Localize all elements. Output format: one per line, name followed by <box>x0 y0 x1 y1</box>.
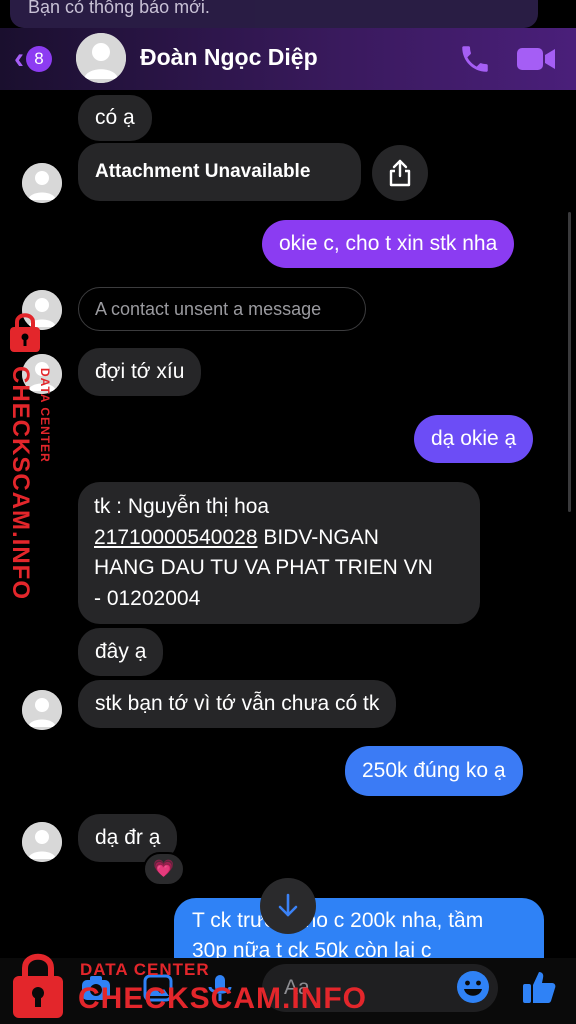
message-text: đây ạ <box>95 640 147 663</box>
contact-name[interactable]: Đoàn Ngọc Diệp <box>140 44 318 71</box>
contact-avatar-small[interactable] <box>22 822 62 862</box>
message-outgoing[interactable]: dạ okie ạ <box>414 415 534 463</box>
heart-reaction-icon[interactable]: 💗 <box>143 852 185 886</box>
share-icon <box>389 159 411 187</box>
chevron-left-icon: ‹ <box>14 42 24 75</box>
watermark-bottom: DATA CENTER CHECKSCAM.INFO <box>8 948 366 1024</box>
watermark-vertical: CHECKSCAM.INFO DATA CENTER <box>4 310 64 600</box>
message-incoming[interactable]: đây ạ <box>78 628 164 676</box>
message-outgoing[interactable]: 250k đúng ko ạ <box>345 746 523 796</box>
message-text: 250k đúng ko ạ <box>362 759 506 782</box>
video-call-icon[interactable] <box>516 44 556 74</box>
message-incoming[interactable]: có ạ <box>78 95 152 141</box>
message-incoming[interactable]: đợi tớ xíu <box>78 348 202 396</box>
contact-avatar-small[interactable] <box>22 163 62 203</box>
watermark-text: CHECKSCAM.INFO <box>78 982 367 1015</box>
message-text: đợi tớ xíu <box>95 360 185 383</box>
unsent-message-notice: A contact unsent a message <box>78 287 366 331</box>
contact-avatar-small[interactable] <box>22 690 62 730</box>
lock-icon <box>10 313 40 352</box>
default-avatar-icon <box>22 163 62 203</box>
watermark-subtext: DATA CENTER <box>38 368 52 463</box>
phone-icon[interactable] <box>458 42 492 76</box>
watermark-subtext: DATA CENTER <box>80 960 210 979</box>
lock-icon <box>13 953 63 1018</box>
bank-account-message[interactable]: tk : Nguyễn thị hoa 21710000540028 BIDV-… <box>78 482 480 624</box>
watermark-text: CHECKSCAM.INFO <box>7 366 34 600</box>
message-text: A contact unsent a message <box>95 298 322 319</box>
account-number-link[interactable]: 21710000540028 <box>94 526 258 549</box>
message-text: stk bạn tớ vì tớ vẫn chưa có tk <box>95 692 380 715</box>
thumbs-up-icon[interactable] <box>520 968 558 1006</box>
message-line: HANG DAU TU VA PHAT TRIEN VN <box>94 556 433 579</box>
scroll-down-button[interactable] <box>260 878 316 934</box>
chat-header: ‹ 8 Đoàn Ngọc Diệp <box>0 28 576 90</box>
notification-banner[interactable]: Bạn có thông báo mới. <box>10 0 538 28</box>
message-line: 21710000540028 BIDV-NGAN <box>94 523 464 554</box>
message-incoming[interactable]: stk bạn tớ vì tớ vẫn chưa có tk <box>78 680 397 728</box>
share-button[interactable] <box>372 145 428 201</box>
message-text: dạ đr ạ <box>95 826 161 849</box>
message-outgoing[interactable]: okie c, cho t xin stk nha <box>262 220 515 268</box>
unread-badge: 8 <box>26 46 52 72</box>
emoji-icon[interactable] <box>456 970 490 1004</box>
message-text: Attachment Unavailable <box>95 161 311 182</box>
message-line: tk : Nguyễn thị hoa <box>94 495 270 518</box>
notification-text: Bạn có thông báo mới. <box>28 0 210 17</box>
contact-avatar[interactable] <box>76 33 126 83</box>
message-line: - 01202004 <box>94 586 201 610</box>
message-line: T ck trước cho c 200k nha, tầm <box>192 909 484 932</box>
attachment-unavailable[interactable]: Attachment Unavailable <box>78 143 361 201</box>
back-button[interactable]: ‹ 8 <box>14 42 66 76</box>
default-avatar-icon <box>22 822 62 862</box>
reaction-emoji: 💗 <box>153 859 175 878</box>
message-text: có ạ <box>95 106 135 129</box>
message-text: dạ okie ạ <box>431 427 517 450</box>
message-line-rest: BIDV-NGAN <box>257 525 379 549</box>
default-avatar-icon <box>22 690 62 730</box>
arrow-down-icon <box>278 893 298 917</box>
scrollbar[interactable] <box>568 212 571 512</box>
message-text: okie c, cho t xin stk nha <box>279 232 498 255</box>
default-avatar-icon <box>76 33 126 83</box>
